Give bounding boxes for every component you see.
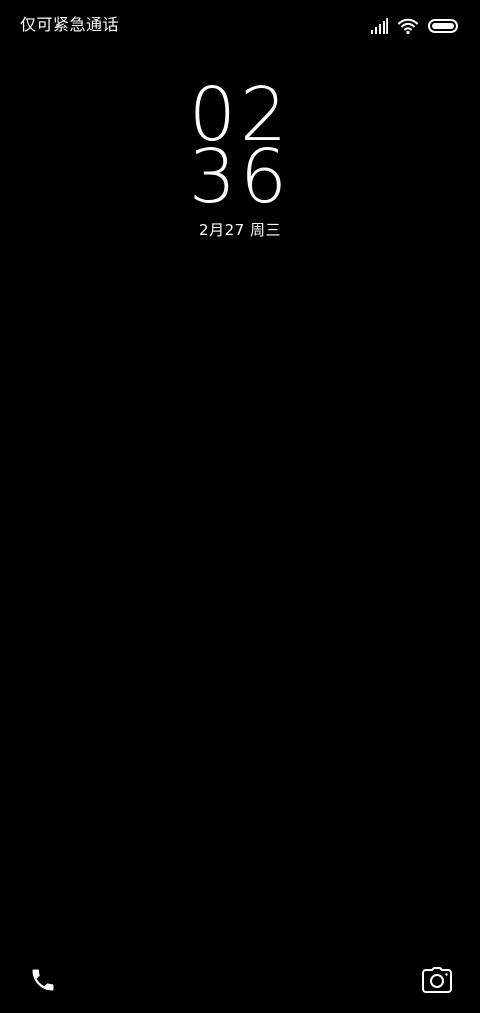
phone-shortcut[interactable] bbox=[26, 965, 60, 999]
wifi-icon bbox=[398, 17, 418, 35]
status-icons bbox=[370, 17, 458, 35]
lock-screen-clock: 02 36 2月27 周三 bbox=[0, 78, 480, 240]
camera-icon[interactable] bbox=[422, 967, 452, 997]
camera-shortcut[interactable] bbox=[420, 965, 454, 999]
status-bar: 仅可紧急通话 bbox=[0, 0, 480, 52]
clock-time: 02 36 bbox=[0, 78, 480, 220]
signal-icon bbox=[370, 17, 388, 35]
phone-icon[interactable] bbox=[29, 966, 57, 998]
clock-minute: 36 bbox=[188, 134, 292, 220]
clock-date: 2月27 周三 bbox=[199, 221, 281, 239]
battery-icon bbox=[428, 17, 458, 35]
carrier-status-text: 仅可紧急通话 bbox=[20, 15, 120, 34]
